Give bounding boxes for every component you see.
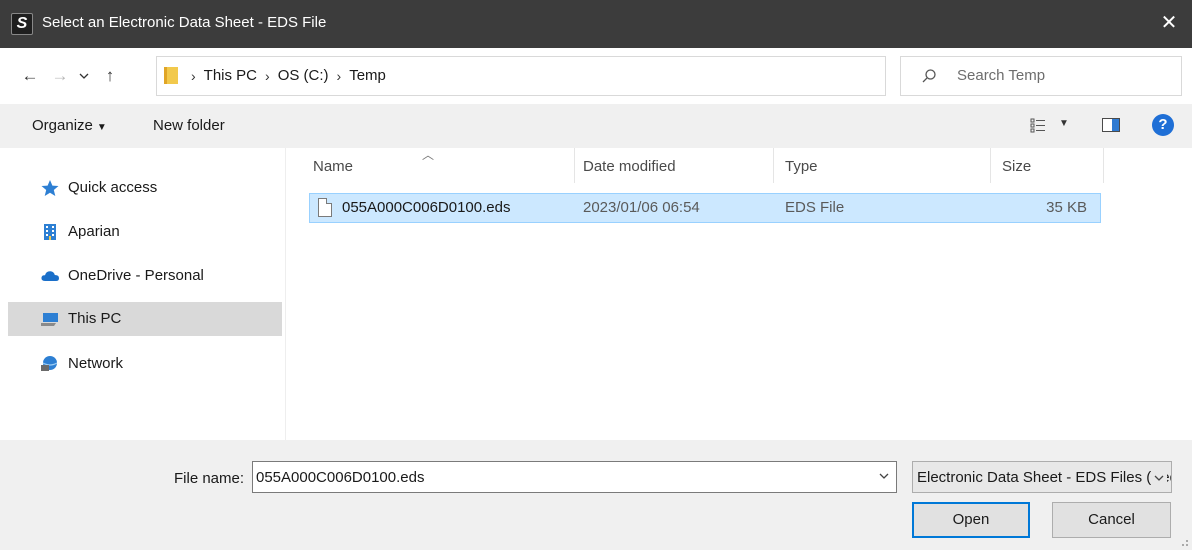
window-title: Select an Electronic Data Sheet - EDS Fi…: [42, 14, 327, 31]
breadcrumb-this-pc[interactable]: This PC: [204, 67, 257, 84]
filename-label: File name:: [174, 470, 245, 487]
navigation-bar: ← → ↑ › This PC › OS (C:) › Temp ↻ Searc…: [0, 48, 1192, 104]
sidebar-item-label: Quick access: [68, 179, 158, 196]
sidebar-item-label: OneDrive - Personal: [68, 267, 204, 284]
column-divider[interactable]: [574, 148, 575, 183]
recent-locations-button[interactable]: [74, 64, 94, 88]
sort-ascending-icon: ︿: [422, 148, 435, 162]
sidebar-item-label: Aparian: [68, 223, 120, 240]
file-date: 2023/01/06 06:54: [583, 199, 700, 216]
command-bar: Organize ▼ New folder ▼: [0, 104, 1192, 148]
filename-input[interactable]: 055A000C006D0100.eds: [252, 461, 897, 493]
file-row[interactable]: 055A000C006D0100.eds 2023/01/06 06:54 ED…: [309, 193, 1101, 223]
new-folder-button[interactable]: New folder: [153, 117, 225, 134]
resize-grip-icon[interactable]: [1179, 537, 1189, 547]
sidebar-item-network[interactable]: Network: [8, 347, 282, 381]
file-name: 055A000C006D0100.eds: [342, 199, 511, 216]
breadcrumb: › This PC › OS (C:) › Temp: [183, 67, 386, 84]
preview-pane-icon[interactable]: [1102, 118, 1120, 132]
chevron-down-icon: [79, 73, 89, 79]
navigation-pane: Quick access Aparian OneDrive - Personal…: [8, 148, 285, 440]
up-button[interactable]: ↑: [98, 64, 122, 88]
organize-label: Organize: [32, 117, 93, 134]
help-icon[interactable]: ?: [1152, 114, 1174, 136]
column-header-name[interactable]: Name: [313, 158, 353, 175]
breadcrumb-os-c[interactable]: OS (C:): [278, 67, 329, 84]
view-options-icon[interactable]: [1030, 117, 1046, 133]
cancel-button[interactable]: Cancel: [1052, 502, 1171, 538]
sidebar-item-onedrive[interactable]: OneDrive - Personal: [8, 259, 282, 293]
building-icon: [44, 224, 56, 240]
star-icon: [41, 180, 59, 196]
app-icon: S: [11, 13, 33, 35]
forward-button[interactable]: →: [48, 64, 72, 88]
view-dropdown-icon[interactable]: ▼: [1059, 118, 1069, 129]
cloud-icon: [41, 271, 59, 281]
search-placeholder: Search Temp: [957, 67, 1046, 84]
file-type: EDS File: [785, 199, 845, 216]
file-list: Name ︿ Date modified Type Size 055A000C0…: [286, 148, 1192, 440]
breadcrumb-temp[interactable]: Temp: [349, 67, 386, 84]
title-bar: S Select an Electronic Data Sheet - EDS …: [0, 0, 1192, 48]
folder-icon: [164, 67, 178, 84]
chevron-right-icon: ›: [191, 67, 196, 84]
column-divider[interactable]: [990, 148, 991, 183]
file-type-value: Electronic Data Sheet - EDS Files (*.eds…: [917, 469, 1172, 486]
file-type-select[interactable]: Electronic Data Sheet - EDS Files (*.eds…: [912, 461, 1172, 493]
sidebar-item-quick-access[interactable]: Quick access: [8, 171, 282, 205]
computer-icon: [41, 313, 58, 326]
search-icon: [922, 69, 936, 83]
sidebar-item-label: This PC: [68, 310, 122, 327]
column-header-type[interactable]: Type: [785, 158, 818, 175]
search-input[interactable]: Search Temp: [900, 56, 1182, 96]
network-icon: [41, 356, 58, 371]
sidebar-item-label: Network: [68, 355, 124, 372]
open-button[interactable]: Open: [912, 502, 1030, 538]
chevron-right-icon[interactable]: ›: [265, 68, 270, 84]
chevron-down-icon[interactable]: [878, 470, 890, 485]
column-divider[interactable]: [1103, 148, 1104, 183]
organize-button[interactable]: Organize ▼: [32, 117, 107, 134]
sidebar-item-this-pc[interactable]: This PC: [8, 302, 282, 336]
column-header-size[interactable]: Size: [1002, 158, 1031, 175]
column-divider[interactable]: [773, 148, 774, 183]
file-size: 35 KB: [1046, 199, 1087, 216]
close-button[interactable]: ✕: [1146, 0, 1192, 48]
column-header-date[interactable]: Date modified: [583, 158, 676, 175]
address-bar[interactable]: › This PC › OS (C:) › Temp ↻: [156, 56, 1025, 96]
filename-value: 055A000C006D0100.eds: [256, 469, 425, 486]
sidebar-item-aparian[interactable]: Aparian: [8, 215, 282, 249]
chevron-right-icon[interactable]: ›: [337, 68, 342, 84]
back-button[interactable]: ←: [18, 64, 42, 88]
file-icon: [318, 198, 332, 217]
chevron-down-icon: [1151, 468, 1167, 488]
caret-down-icon: ▼: [96, 122, 107, 133]
dialog-footer: File name: 055A000C006D0100.eds Electron…: [0, 440, 1192, 550]
